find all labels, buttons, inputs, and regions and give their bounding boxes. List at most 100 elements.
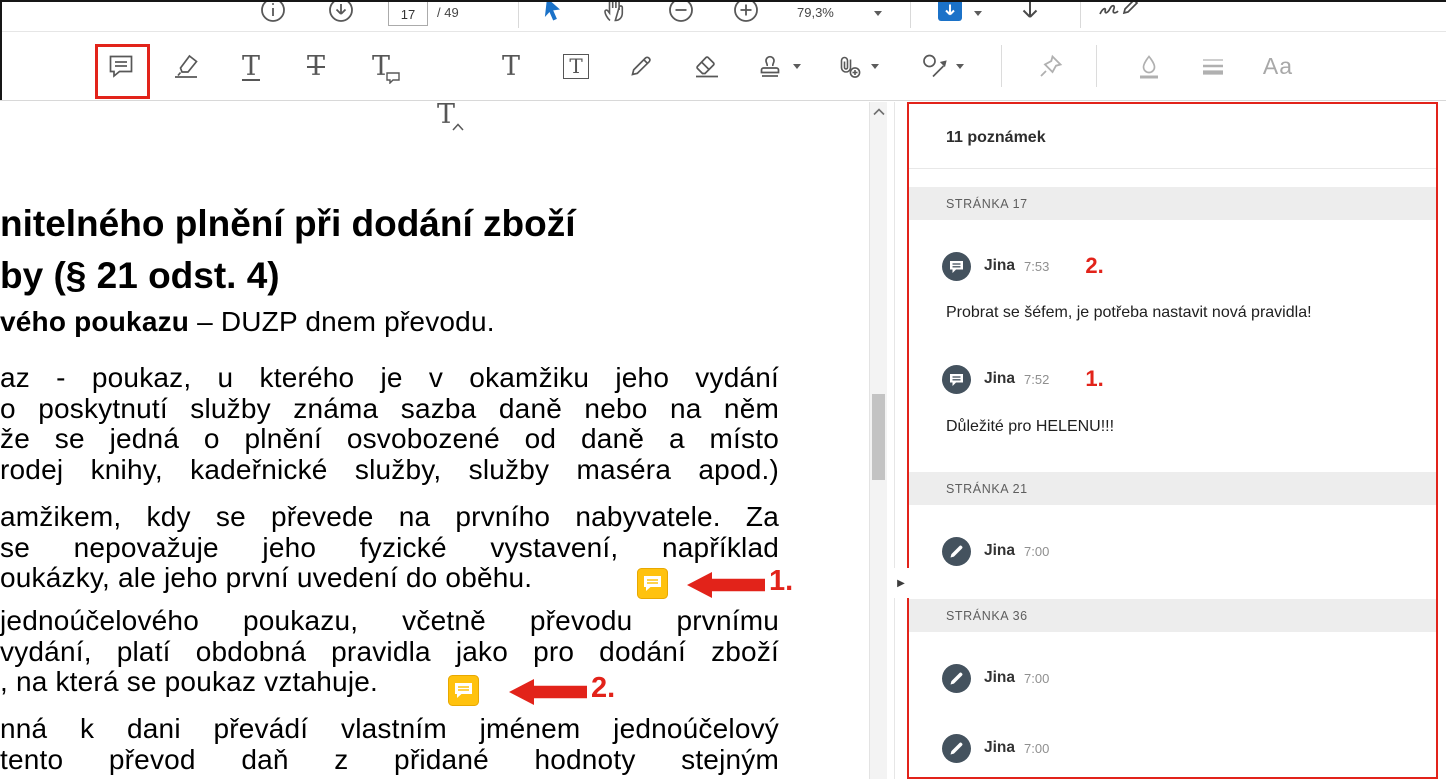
document-scrollbar[interactable] [869,102,887,779]
stamp-dropdown-caret-icon[interactable] [793,64,801,69]
comment-order-marker: 1. [1085,366,1104,391]
page-display-caret-icon[interactable] [974,11,982,16]
red-arrow-annotation-2 [509,678,587,711]
zoom-level-value[interactable]: 79,3% [797,5,834,20]
sticky-note-icon [109,55,133,78]
hand-tool-button[interactable] [598,2,632,27]
panel-collapse-button[interactable]: ▶ [892,568,910,598]
text-box-icon: T [563,53,589,79]
drawing-tools-tool[interactable] [910,42,958,90]
scroll-arrow-icon [1022,2,1038,18]
red-arrow-annotation-1 [687,571,765,604]
document-paragraph: az - poukaz, u kterého je v okamžiku jeh… [0,362,779,485]
zoom-out-icon [669,2,693,22]
scrollbar-up-button[interactable] [872,106,886,118]
comment-time: 7:00 [1024,543,1050,559]
info-button[interactable] [256,2,290,27]
comment-time: 7:52 [1024,371,1050,387]
section-header-page-21: STRÁNKA 21 [908,472,1438,505]
comment-author: Jina [984,739,1016,756]
toolbar-divider [1001,45,1002,87]
select-tool-button[interactable] [536,2,570,27]
pencil-tool[interactable] [617,42,665,90]
lead-bold-text: vého poukazu [0,306,190,337]
line-weight-tool[interactable] [1189,42,1237,90]
section-header-page-36: STRÁNKA 36 [908,599,1438,632]
drawing-dropdown-caret-icon[interactable] [956,64,964,69]
comment-row[interactable]: Jina 7:53 2. [942,251,1438,281]
replace-text-bubble-icon [386,72,400,84]
select-tool-icon [544,2,560,21]
document-text-line: se nepovažuje jeho fyzické vystavení, na… [0,531,779,563]
scrollbar-thumb[interactable] [872,394,885,480]
scroll-down-button[interactable] [1013,2,1047,27]
document-text-line: tento převod daň z přidané hodnoty stejn… [0,743,779,775]
keep-tool-selected-pin[interactable] [1027,42,1075,90]
document-text-line: amžikem, kdy se převede na prvního nabyv… [0,501,779,532]
comment-author: Jina [984,370,1016,387]
pencil-comment-icon [942,663,971,693]
document-text-line: o poskytnutí služby známa sazba daně neb… [0,392,779,424]
zoom-in-icon [734,2,758,22]
eraser-tool[interactable] [683,42,731,90]
page-display-button[interactable] [933,2,967,27]
pencil-comment-icon [942,733,971,763]
chevron-up-icon [873,108,885,116]
sticky-note-annotation-icon [448,675,479,706]
replace-text-tool[interactable]: T [357,42,405,90]
document-paragraph: nná k dani převádí vlastním jménem jedno… [0,713,779,775]
comment-author: Jina [984,669,1016,686]
stamp-tool[interactable] [746,42,794,90]
annotation-number-1: 1. [769,565,794,597]
sticky-note-tool[interactable] [97,42,145,90]
fill-color-icon [1140,55,1158,79]
attach-file-icon [840,56,861,78]
sticky-note-comment-icon [942,251,971,281]
sticky-note-annotation-1[interactable] [637,568,668,599]
zoom-in-button[interactable] [729,2,763,27]
sticky-note-annotation-icon [637,568,668,599]
download-button[interactable] [324,2,358,27]
comments-count-title: 11 poznámek [908,102,1438,169]
page-display-icon [938,2,962,21]
lead-rest-text: – DUZP dnem převodu. [189,306,495,337]
line-weight-icon [1203,59,1223,75]
pencil-comment-icon [942,536,971,566]
text-box-tool[interactable]: T [552,42,600,90]
hand-tool-icon [604,2,624,22]
document-text-line: vydání, platí obdobná pravidla jako pro … [0,635,779,667]
drawing-tools-icon [923,54,947,78]
page-number-input[interactable] [388,2,428,26]
zoom-dropdown-caret-icon[interactable] [874,11,882,16]
document-page[interactable]: nitelného plnění při dodání zboží by (§ … [0,102,869,779]
add-text-tool[interactable]: T [487,42,535,90]
zoom-out-button[interactable] [664,2,698,27]
insert-text-tool[interactable]: T [422,90,470,138]
comment-row[interactable]: Jina 7:00 [942,536,1438,566]
pin-icon [1040,54,1063,77]
comment-row[interactable]: Jina 7:00 [942,663,1438,693]
pencil-icon [631,56,651,76]
text-appearance-icon: Aa [1262,52,1294,79]
strikethrough-text-tool[interactable]: T [292,42,340,90]
toolbar-divider [1080,2,1081,28]
text-appearance-tool[interactable]: Aa [1254,42,1302,90]
attach-dropdown-caret-icon[interactable] [871,64,879,69]
toolbar-divider [1096,45,1097,87]
document-text-line: jednoúčelového poukazu, včetně převodu p… [0,605,779,636]
page-count-label: / 49 [437,5,459,20]
section-label: STRÁNKA 36 [946,608,1028,623]
comment-row[interactable]: Jina 7:52 1. [942,364,1438,394]
highlight-tool[interactable] [162,42,210,90]
attach-file-tool[interactable] [824,42,872,90]
window-left-border [0,2,2,100]
fill-color-tool[interactable] [1125,42,1173,90]
sticky-note-annotation-2[interactable] [448,675,479,706]
underline-text-icon: T [241,50,260,82]
comment-text: Probrat se šéfem, je potřeba nastavit no… [946,304,1312,321]
document-text-line: , na která se poukaz vztahuje. [0,666,378,697]
comment-row[interactable]: Jina 7:00 [942,733,1438,763]
underline-text-tool[interactable]: T [227,42,275,90]
fill-and-sign-button[interactable] [1096,2,1140,27]
pdf-viewer-window: / 49 79,3% [0,0,1446,779]
